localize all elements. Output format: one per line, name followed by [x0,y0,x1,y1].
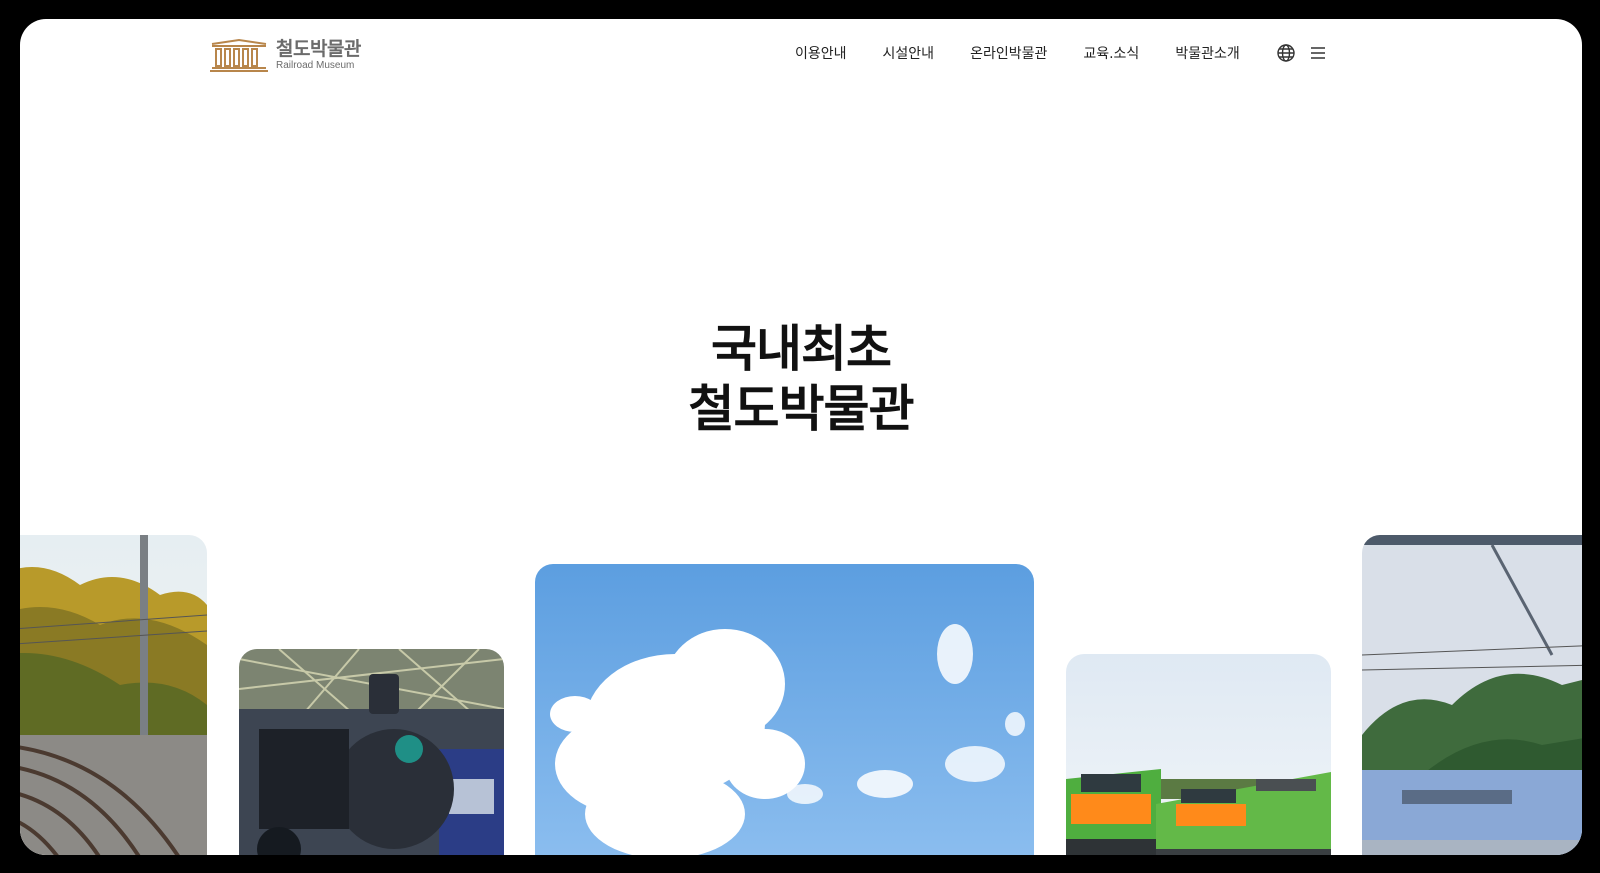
hero-title-line-2: 철도박물관 [688,380,915,438]
logo-name-korean: 철도박물관 [276,37,361,60]
nav-item-about[interactable]: 박물관소개 [1175,43,1239,63]
nav-item-facilities[interactable]: 시설안내 [883,43,935,63]
browser-viewport: 철도박물관 Railroad Museum 이용안내 시설안내 온라인박물관 교… [20,19,1582,855]
menu-icon[interactable] [1308,43,1328,63]
hero-title-line-1: 국내최초 [711,320,892,378]
gallery-image-railway-tracks [20,535,207,855]
globe-icon[interactable] [1276,43,1296,63]
gallery-image-green-trains [1066,654,1331,855]
museum-building-icon [210,38,268,72]
logo-name-english: Railroad Museum [276,59,355,71]
nav-item-online-museum[interactable]: 온라인박물관 [970,43,1047,63]
site-logo[interactable]: 철도박물관 Railroad Museum [210,37,361,73]
nav-item-education-news[interactable]: 교육.소식 [1083,43,1139,63]
main-nav: 이용안내 시설안내 온라인박물관 교육.소식 박물관소개 [795,43,1328,63]
gallery-image-blue-train [1362,535,1582,855]
nav-item-usage-guide[interactable]: 이용안내 [795,43,847,63]
gallery-image-steam-locomotive [239,649,504,855]
gallery-image-sky-clouds [535,564,1034,855]
hero-title: 국내최초 철도박물관 [20,319,1582,439]
